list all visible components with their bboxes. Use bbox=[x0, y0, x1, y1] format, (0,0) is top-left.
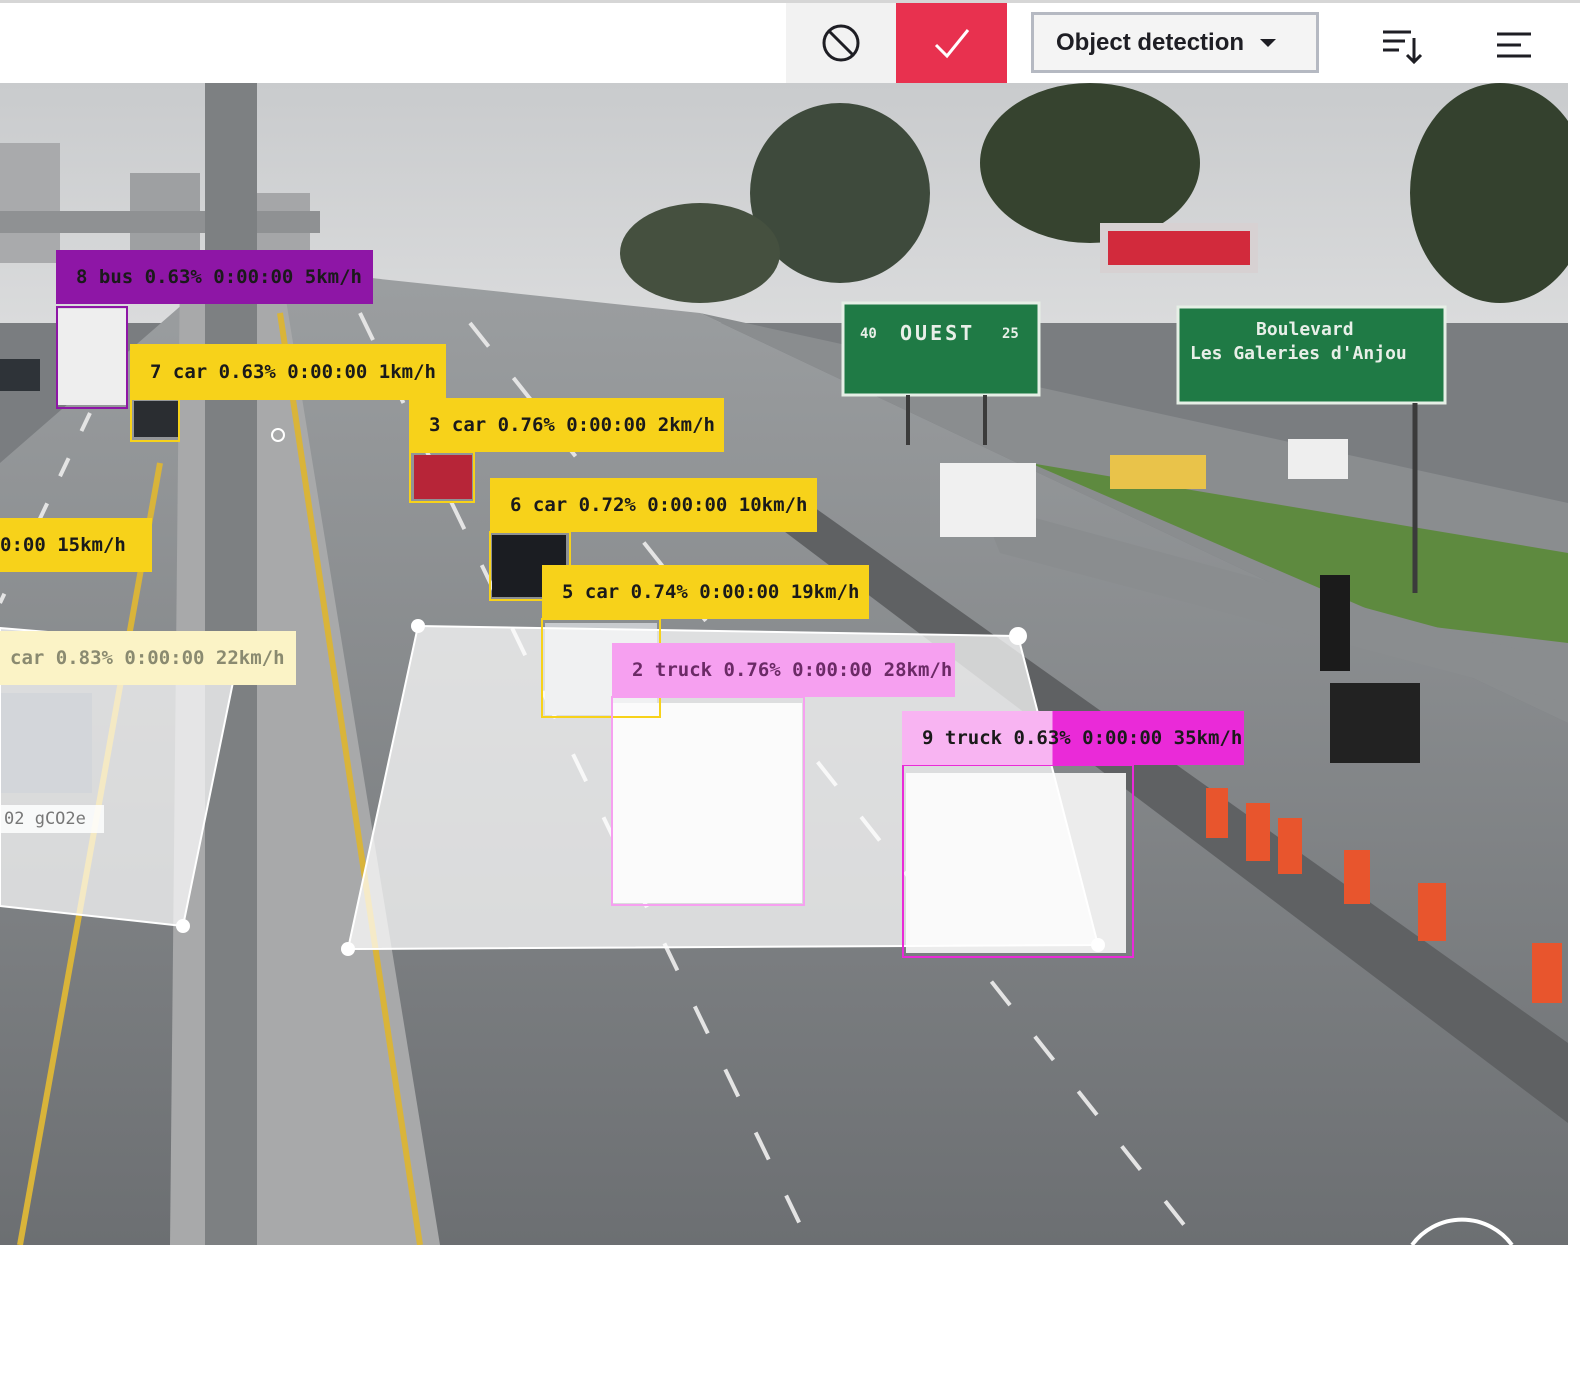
sign-route-right: 25 bbox=[1002, 326, 1019, 342]
detection-label: 9 truck 0.63% 0:00:00 35km/h bbox=[902, 711, 1244, 765]
detection-label: 8 bus 0.63% 0:00:00 5km/h bbox=[56, 250, 373, 304]
toolbar: Object detection bbox=[0, 3, 1580, 83]
chevron-down-icon bbox=[1260, 38, 1277, 47]
detection-label: 6 car 0.72% 0:00:00 10km/h bbox=[490, 478, 817, 532]
check-icon bbox=[934, 29, 969, 59]
sign-ouest: OUEST bbox=[900, 321, 976, 345]
model-select-value: Object detection bbox=[1056, 28, 1245, 56]
sign-boulevard-line1: Boulevard bbox=[1256, 319, 1354, 340]
detection-label: 3 car 0.76% 0:00:00 2km/h bbox=[409, 398, 724, 452]
cancel-button[interactable] bbox=[786, 3, 896, 83]
menu-icon bbox=[1497, 32, 1531, 58]
model-select[interactable]: Object detection bbox=[1031, 12, 1319, 73]
detection-label: 2 truck 0.76% 0:00:00 28km/h bbox=[612, 643, 955, 697]
detection-label: 7 car 0.63% 0:00:00 1km/h bbox=[130, 344, 446, 400]
confirm-button[interactable] bbox=[896, 3, 1007, 83]
block-icon bbox=[822, 24, 860, 62]
video-frame[interactable]: OUEST 40 25 Boulevard Les Galeries d'Anj… bbox=[0, 83, 1568, 1245]
bottom-panel bbox=[0, 1245, 1580, 1382]
detection-label: 5 car 0.74% 0:00:00 19km/h bbox=[542, 565, 869, 619]
menu-button[interactable] bbox=[1488, 23, 1538, 69]
sign-route-left: 40 bbox=[860, 326, 877, 342]
sign-boulevard-line2: Les Galeries d'Anjou bbox=[1190, 343, 1407, 364]
co2-label: 02 gCO2e bbox=[0, 805, 104, 833]
sort-button[interactable] bbox=[1376, 23, 1426, 69]
detection-label: car 0.83% 0:00:00 22km/h bbox=[0, 631, 296, 685]
detection-label: 0:00 15km/h bbox=[0, 518, 152, 572]
sort-descending-icon bbox=[1383, 30, 1423, 65]
